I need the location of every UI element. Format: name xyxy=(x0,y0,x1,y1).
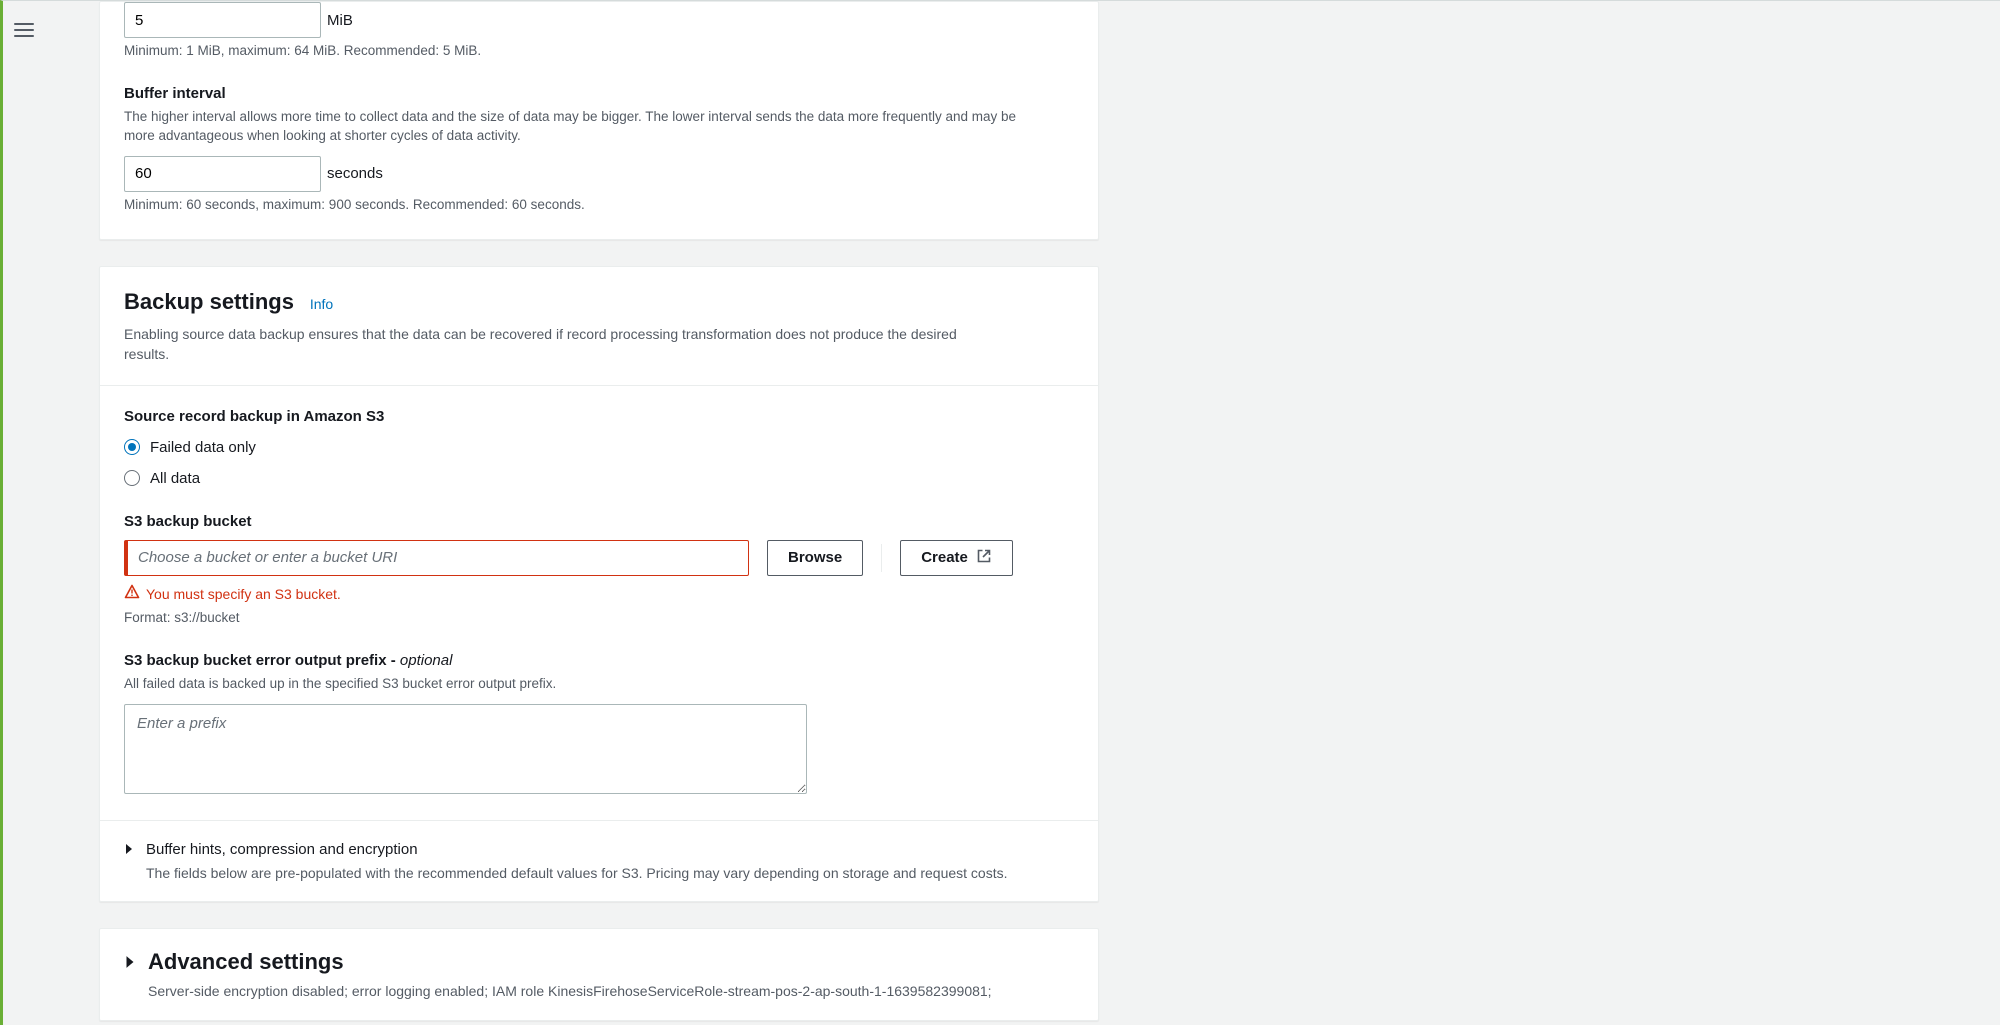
radio-failed-label: Failed data only xyxy=(150,437,256,458)
advanced-settings-title: Advanced settings xyxy=(148,947,992,978)
prefix-label: S3 backup bucket error output prefix - o… xyxy=(124,650,1074,671)
caret-right-icon xyxy=(124,843,134,855)
radio-icon xyxy=(124,470,140,486)
bucket-format-help: Format: s3://bucket xyxy=(124,609,1074,628)
buffer-size-input[interactable] xyxy=(124,2,321,38)
buffer-size-unit: MiB xyxy=(327,10,353,31)
radio-icon xyxy=(124,439,140,455)
buffer-hints-desc: The fields below are pre-populated with … xyxy=(146,864,1008,884)
prefix-input[interactable] xyxy=(124,704,807,794)
bucket-input[interactable] xyxy=(124,540,749,576)
prefix-desc: All failed data is backed up in the spec… xyxy=(124,675,1074,694)
buffer-interval-help: Minimum: 60 seconds, maximum: 900 second… xyxy=(124,196,1074,215)
radio-failed-data[interactable]: Failed data only xyxy=(124,437,1074,458)
backup-settings-title: Backup settings xyxy=(124,287,294,318)
advanced-settings-desc: Server-side encryption disabled; error l… xyxy=(148,982,992,1002)
external-link-icon xyxy=(976,548,992,568)
radio-all-data[interactable]: All data xyxy=(124,468,1074,489)
bucket-error: You must specify an S3 bucket. xyxy=(146,585,341,605)
buffer-hints-expander[interactable]: Buffer hints, compression and encryption… xyxy=(100,821,1098,902)
browse-label: Browse xyxy=(788,549,842,566)
buffer-interval-desc: The higher interval allows more time to … xyxy=(124,108,1034,146)
buffer-interval-label: Buffer interval xyxy=(124,83,1074,104)
caret-right-icon xyxy=(124,955,136,969)
menu-toggle-icon[interactable] xyxy=(14,19,34,41)
create-label: Create xyxy=(921,549,968,566)
browse-button[interactable]: Browse xyxy=(767,540,863,576)
divider xyxy=(881,544,882,572)
buffer-size-help: Minimum: 1 MiB, maximum: 64 MiB. Recomme… xyxy=(124,42,1074,61)
buffer-interval-unit: seconds xyxy=(327,163,383,184)
info-link[interactable]: Info xyxy=(310,296,333,312)
bucket-label: S3 backup bucket xyxy=(124,511,1074,532)
buffer-hints-title: Buffer hints, compression and encryption xyxy=(146,839,1008,860)
create-button[interactable]: Create xyxy=(900,540,1013,576)
warning-icon xyxy=(124,584,140,606)
backup-settings-desc: Enabling source data backup ensures that… xyxy=(124,325,1004,364)
buffer-interval-input[interactable] xyxy=(124,156,321,192)
radio-all-label: All data xyxy=(150,468,200,489)
advanced-settings-expander[interactable]: Advanced settings Server-side encryption… xyxy=(100,929,1098,1019)
source-backup-label: Source record backup in Amazon S3 xyxy=(124,406,1074,427)
